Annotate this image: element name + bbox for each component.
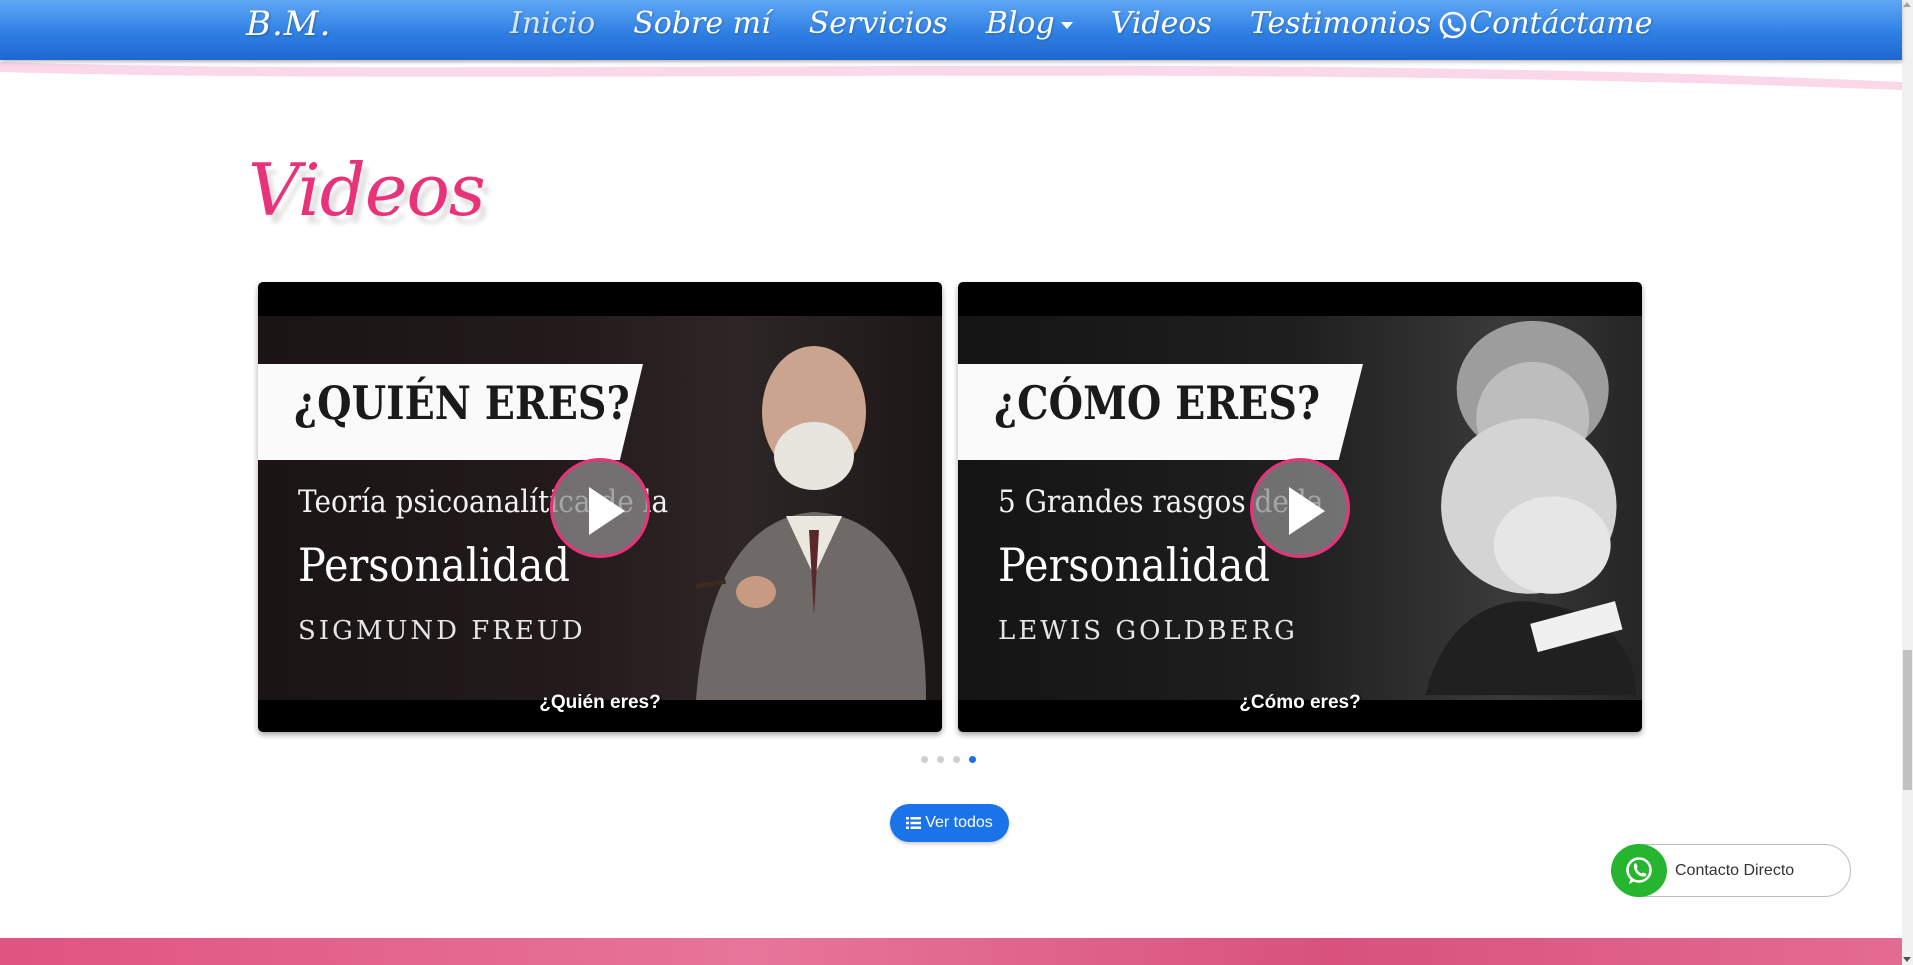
video-card-1[interactable]: ¿QUIÉN ERES? Teoría psicoanalítica de la…	[258, 282, 942, 732]
video-caption: ¿Cómo eres?	[1239, 692, 1361, 713]
ver-todos-button[interactable]: Ver todos	[890, 804, 1009, 842]
nav-menu: Inicio Sobre mí Servicios Blog Videos Te…	[510, 6, 1690, 41]
portrait-image	[696, 346, 926, 700]
carousel-dots	[921, 756, 985, 763]
video-card-2[interactable]: ¿CÓMO ERES? 5 Grandes rasgos de la Perso…	[958, 282, 1642, 732]
whatsapp-icon[interactable]	[1437, 10, 1469, 42]
thumbnail-banner-text: ¿QUIÉN ERES?	[294, 376, 630, 430]
carousel-dot[interactable]	[921, 756, 928, 763]
brand-logo[interactable]: B.M.	[246, 4, 331, 44]
nav-item-blog-label: Blog	[985, 6, 1055, 41]
thumbnail-title: Personalidad	[998, 538, 1270, 592]
thumbnail-author: LEWIS GOLDBERG	[998, 616, 1298, 646]
scrollbar[interactable]	[1902, 0, 1913, 965]
play-icon[interactable]	[1250, 458, 1350, 558]
nav-item-videos[interactable]: Videos	[1111, 6, 1212, 41]
nav-item-servicios[interactable]: Servicios	[809, 6, 948, 41]
nav-item-blog[interactable]: Blog	[986, 6, 1073, 41]
section-title: Videos	[248, 148, 486, 232]
scrollbar-thumb[interactable]	[1903, 650, 1912, 790]
contacto-directo-button[interactable]: Contacto Directo	[1611, 844, 1851, 897]
caret-down-icon	[1060, 21, 1073, 29]
carousel-dot-active[interactable]	[969, 756, 976, 763]
footer-strip	[0, 938, 1902, 965]
contacto-directo-label: Contacto Directo	[1675, 861, 1795, 879]
scroll-down-arrow-icon[interactable]	[1903, 957, 1911, 962]
nav-item-testimonios[interactable]: Testimonios	[1250, 6, 1431, 41]
play-icon[interactable]	[550, 458, 650, 558]
nav-item-inicio[interactable]: Inicio	[510, 6, 595, 41]
thumbnail-title: Personalidad	[298, 538, 570, 592]
whatsapp-icon	[1611, 844, 1667, 897]
nav-item-sobre-mi[interactable]: Sobre mí	[633, 6, 771, 41]
scroll-up-arrow-icon[interactable]	[1903, 2, 1911, 7]
carousel-dot[interactable]	[953, 756, 960, 763]
portrait-image	[1425, 320, 1636, 696]
decorative-wave	[0, 56, 1902, 90]
nav-item-contactame[interactable]: Contáctame	[1469, 6, 1652, 41]
navbar: B.M. Inicio Sobre mí Servicios Blog Vide…	[0, 0, 1902, 60]
thumbnail-author: SIGMUND FREUD	[298, 616, 586, 646]
carousel-dot[interactable]	[937, 756, 944, 763]
thumbnail-banner-text: ¿CÓMO ERES?	[994, 376, 1321, 430]
video-caption: ¿Quién eres?	[539, 692, 661, 713]
ver-todos-label: Ver todos	[925, 814, 993, 831]
list-icon	[906, 817, 922, 829]
